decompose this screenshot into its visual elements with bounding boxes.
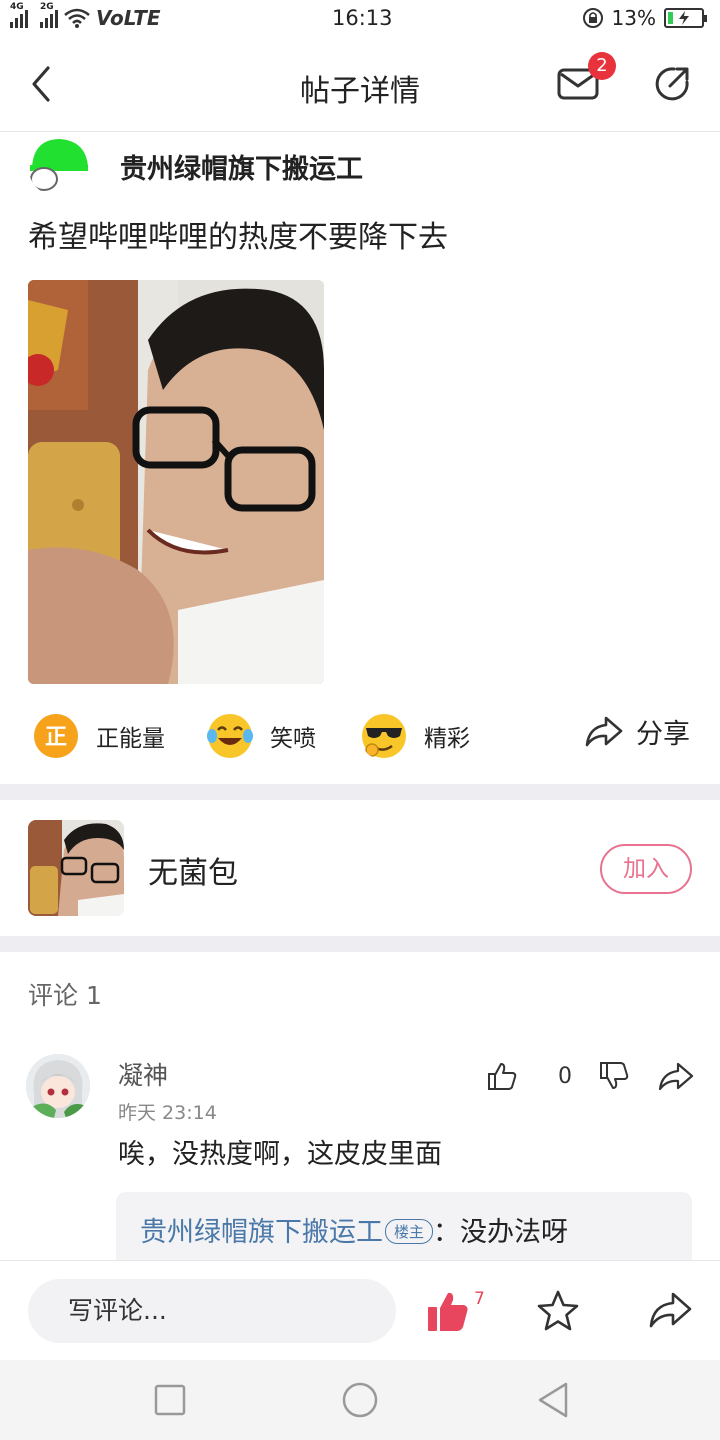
star-icon[interactable] — [536, 1289, 580, 1333]
author-name[interactable]: 贵州绿帽旗下搬运工 — [120, 147, 363, 186]
battery-percent: 13% — [611, 6, 656, 30]
status-time: 16:13 — [332, 6, 393, 30]
circle-name[interactable]: 无菌包 — [148, 848, 238, 892]
thumbs-down-icon[interactable] — [598, 1060, 630, 1092]
recents-icon[interactable] — [150, 1380, 190, 1420]
post-author[interactable]: 贵州绿帽旗下搬运工 — [28, 135, 363, 197]
network-label: VoLTE — [96, 6, 161, 30]
battery-icon — [664, 8, 707, 28]
top-nav: 帖子详情 2 — [0, 38, 720, 132]
reaction-awesome[interactable]: 精彩 — [360, 712, 470, 760]
reaction-label: 正能量 — [96, 726, 165, 752]
share-arrow-icon[interactable] — [648, 1291, 692, 1331]
share-label: 分享 — [636, 719, 690, 750]
share-out-icon[interactable] — [652, 64, 692, 104]
reaction-label: 笑喷 — [270, 726, 316, 752]
wifi-icon — [64, 8, 90, 28]
reply-separator: ： — [433, 1217, 461, 1248]
green-hat-icon — [30, 139, 88, 191]
back-nav-icon[interactable] — [534, 1380, 574, 1420]
write-comment-input[interactable]: 写评论... — [28, 1279, 396, 1343]
comments-header: 评论 1 — [28, 981, 102, 1010]
reaction-label: 精彩 — [424, 726, 470, 752]
signal-icon: 2G — [40, 2, 58, 28]
reaction-positive-energy[interactable]: 正 正能量 — [32, 712, 165, 760]
commenter-name[interactable]: 凝神 — [118, 1056, 168, 1092]
comment-time: 昨天 23:14 — [118, 1102, 217, 1124]
comment-share-icon[interactable] — [658, 1062, 694, 1092]
section-divider — [0, 784, 720, 800]
status-left: 4G 2G VoLTE — [10, 2, 161, 30]
share-arrow-icon — [585, 716, 623, 746]
op-badge: 楼主 — [385, 1219, 434, 1244]
share-button[interactable]: 分享 — [584, 712, 690, 751]
svg-text:正: 正 — [45, 725, 67, 750]
status-bar: 4G 2G VoLTE 16:13 13% — [0, 0, 720, 38]
reaction-laugh[interactable]: 笑喷 — [206, 712, 316, 760]
positive-energy-icon: 正 — [34, 714, 78, 758]
join-button[interactable]: 加入 — [600, 844, 692, 894]
comment-text: 唉，没热度啊，这皮皮里面 — [118, 1139, 442, 1170]
signal-1-label: 4G — [10, 2, 24, 12]
rotation-lock-icon — [582, 8, 603, 28]
commenter-avatar[interactable] — [26, 1054, 90, 1118]
like-count: 7 — [474, 1289, 485, 1309]
cool-sunglasses-icon — [362, 714, 406, 758]
anime-avatar — [26, 1054, 90, 1118]
circle-thumbnail[interactable] — [28, 820, 124, 916]
message-badge: 2 — [588, 52, 616, 80]
reply-user[interactable]: 贵州绿帽旗下搬运工 — [140, 1217, 383, 1248]
system-nav-bar — [0, 1360, 720, 1440]
status-right: 13% — [582, 6, 707, 30]
comment-like-count: 0 — [558, 1064, 572, 1089]
author-avatar[interactable] — [28, 135, 90, 197]
like-icon[interactable] — [426, 1289, 470, 1333]
photo-man-with-phone — [28, 280, 324, 684]
bottom-action-bar: 写评论... 7 — [0, 1260, 720, 1360]
reactions-bar: 正 正能量 笑喷 精彩 分享 — [0, 706, 720, 766]
reply-text: 没办法呀 — [460, 1217, 569, 1248]
circle-photo — [28, 820, 124, 916]
home-icon[interactable] — [340, 1380, 380, 1420]
laugh-icon — [207, 714, 253, 758]
post-text: 希望哔哩哔哩的热度不要降下去 — [28, 220, 448, 255]
circle-card[interactable]: 无菌包 加入 — [0, 800, 720, 936]
thumbs-up-icon[interactable] — [486, 1060, 518, 1092]
signal-icon: 4G — [10, 2, 28, 28]
section-divider — [0, 936, 720, 952]
post-image[interactable] — [28, 280, 324, 684]
signal-2-label: 2G — [40, 2, 54, 12]
